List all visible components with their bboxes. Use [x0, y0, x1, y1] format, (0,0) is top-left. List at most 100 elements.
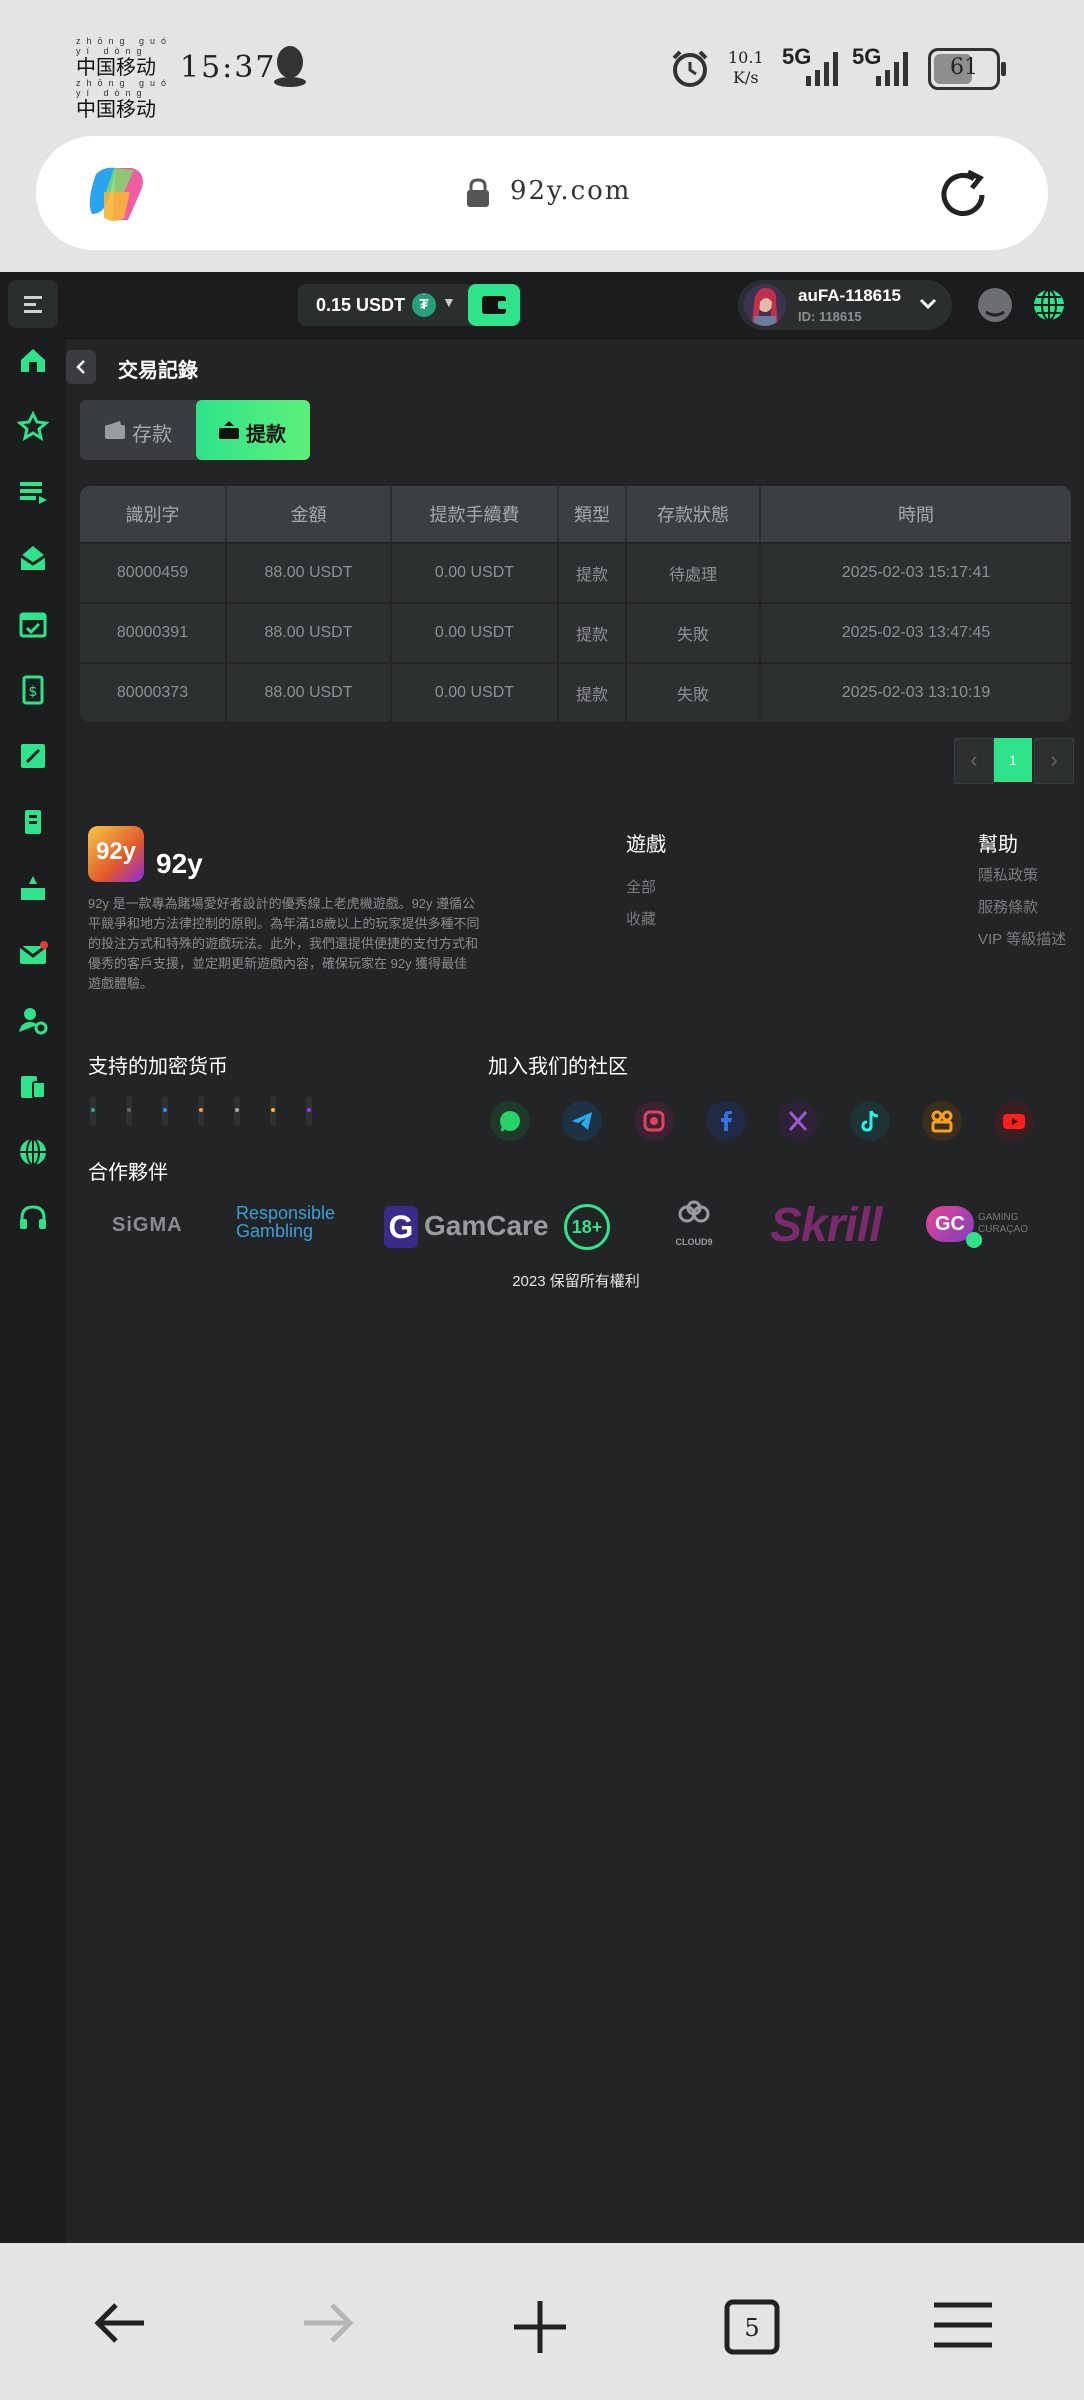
messages-icon[interactable] [15, 938, 51, 974]
table-header-row: 識別字 金額 提款手續費 類型 存款狀態 時間 [80, 486, 1071, 542]
cloud9-text: CLOUD9 [675, 1237, 713, 1247]
instagram-icon[interactable] [634, 1101, 674, 1141]
chevron-down-icon: ▼ [442, 294, 456, 310]
tiktok-icon[interactable] [850, 1101, 890, 1141]
sigma-logo: SiGMA [112, 1214, 183, 1236]
copyright: 2023 保留所有權利 [512, 1273, 640, 1290]
cell-id: 80000459 [80, 542, 227, 602]
vip-star-icon[interactable] [15, 410, 51, 446]
net-speed: 10.1 K/s [728, 48, 764, 88]
url-text[interactable]: 92y.com [510, 176, 631, 206]
community-title: 加入我们的社区 [488, 1056, 628, 1078]
table-row: 80000391 88.00 USDT 0.00 USDT 提款 失敗 2025… [80, 602, 1071, 662]
footer-link-all[interactable]: 全部 [626, 876, 656, 897]
calendar-icon[interactable] [15, 608, 51, 644]
kuaishou-icon[interactable] [922, 1101, 962, 1141]
site-logo[interactable]: 92y [88, 826, 144, 882]
col-header-id: 識別字 [80, 486, 227, 542]
crypto-icon [270, 1096, 276, 1126]
crypto-icon [198, 1096, 204, 1126]
footer-link-vip[interactable]: VIP 等級描述 [978, 928, 1066, 949]
mail-tray-icon[interactable] [15, 542, 51, 578]
cell-amount: 88.00 USDT [227, 662, 392, 722]
footer-help-title: 幫助 [978, 834, 1018, 856]
carrier-pinyin-2: zhōng guó yí dòng [76, 78, 173, 98]
telegram-icon[interactable] [562, 1101, 602, 1141]
user-id: ID: 118615 [798, 309, 862, 324]
tab-withdraw-label: 提款 [246, 424, 286, 446]
next-page-button[interactable]: › [1034, 738, 1074, 784]
receipt-icon[interactable] [15, 806, 51, 842]
facebook-icon[interactable] [706, 1101, 746, 1141]
col-header-amount: 金額 [227, 486, 392, 542]
tether-icon: ₮ [412, 293, 436, 317]
new-tab-plus-icon[interactable] [512, 2299, 568, 2360]
tab-deposit[interactable]: 存款 [80, 400, 196, 460]
forward-arrow-icon[interactable] [300, 2299, 354, 2352]
avatar [744, 284, 786, 326]
svg-text:$: $ [29, 684, 38, 700]
prev-page-button[interactable]: ‹ [954, 738, 994, 784]
whatsapp-icon[interactable] [490, 1101, 530, 1141]
tab-withdraw[interactable]: 提款 [196, 400, 310, 460]
user-menu[interactable]: auFA-118615 ID: 118615 [738, 280, 952, 330]
brand-name: 92y [156, 848, 203, 879]
partners-title: 合作夥伴 [88, 1162, 168, 1184]
battery-level: 61 [950, 55, 978, 80]
support-headset-icon[interactable] [15, 1202, 51, 1238]
chat-icon[interactable] [978, 288, 1012, 322]
tabs-count-icon[interactable]: 5 [724, 2299, 780, 2360]
menu-toggle-icon[interactable] [8, 280, 58, 328]
cash-icon[interactable]: $ [15, 674, 51, 710]
home-icon[interactable] [15, 344, 51, 380]
gaming-curacao-logo: GC GAMING CURAÇAO [926, 1202, 1036, 1250]
carrier-line-1: 中国移动 [76, 55, 156, 79]
cell-status: 失敗 [627, 602, 761, 662]
x-icon[interactable] [778, 1101, 818, 1141]
back-button[interactable] [66, 350, 96, 384]
cell-id: 80000391 [80, 602, 227, 662]
crypto-icon [306, 1096, 312, 1126]
balance-amount: 0.15 USDT [316, 295, 406, 315]
wallet-button[interactable] [468, 284, 520, 326]
url-bar[interactable]: 92y.com [36, 136, 1048, 250]
carrier-line-2: 中国移动 [76, 97, 156, 121]
curacao-line-2: CURAÇAO [978, 1224, 1029, 1235]
footer-link-privacy[interactable]: 隱私政策 [978, 864, 1038, 885]
copilot-icon[interactable] [84, 162, 154, 226]
carrier-pinyin: zhōng guó yí dòng [76, 36, 173, 56]
globe-icon[interactable] [15, 1136, 51, 1172]
cell-time: 2025-02-03 15:17:41 [761, 542, 1071, 602]
cell-amount: 88.00 USDT [227, 542, 392, 602]
page-1-button[interactable]: 1 [994, 738, 1032, 782]
edit-icon[interactable] [15, 740, 51, 776]
cell-amount: 88.00 USDT [227, 602, 392, 662]
footer-games-title: 遊戲 [626, 834, 666, 856]
curacao-line-1: GAMING [978, 1212, 1019, 1223]
gamcare-logo: GamCare [424, 1210, 549, 1241]
back-arrow-icon[interactable] [94, 2299, 148, 2352]
cell-fee: 0.00 USDT [392, 602, 559, 662]
site-header: 0.15 USDT ₮ ▼ auFA-118615 ID: 118615 [0, 272, 1084, 339]
user-chevron-icon [918, 294, 938, 319]
reload-icon[interactable] [934, 166, 992, 224]
qq-icon [272, 44, 308, 88]
cell-status: 失敗 [627, 662, 761, 722]
cell-fee: 0.00 USDT [392, 542, 559, 602]
footer-link-terms[interactable]: 服務條款 [978, 896, 1038, 917]
cell-id: 80000373 [80, 662, 227, 722]
documents-icon[interactable] [15, 1070, 51, 1106]
alarm-icon [668, 46, 712, 90]
wallet-icon [482, 296, 508, 314]
rewards-icon[interactable] [15, 872, 51, 908]
logo-badge-text: 92y [95, 838, 137, 865]
net-speed-value: 10.1 [728, 48, 764, 67]
promotions-icon[interactable] [15, 476, 51, 512]
user-settings-icon[interactable] [15, 1004, 51, 1040]
footer-link-favorites[interactable]: 收藏 [626, 908, 656, 929]
menu-hamburger-icon[interactable] [932, 2299, 994, 2356]
youtube-icon[interactable] [994, 1101, 1034, 1141]
partners-row: SiGMA Responsible Gambling G GamCare 18+… [66, 1196, 1084, 1256]
tab-deposit-label: 存款 [132, 424, 172, 446]
language-globe-icon[interactable] [1032, 288, 1066, 322]
